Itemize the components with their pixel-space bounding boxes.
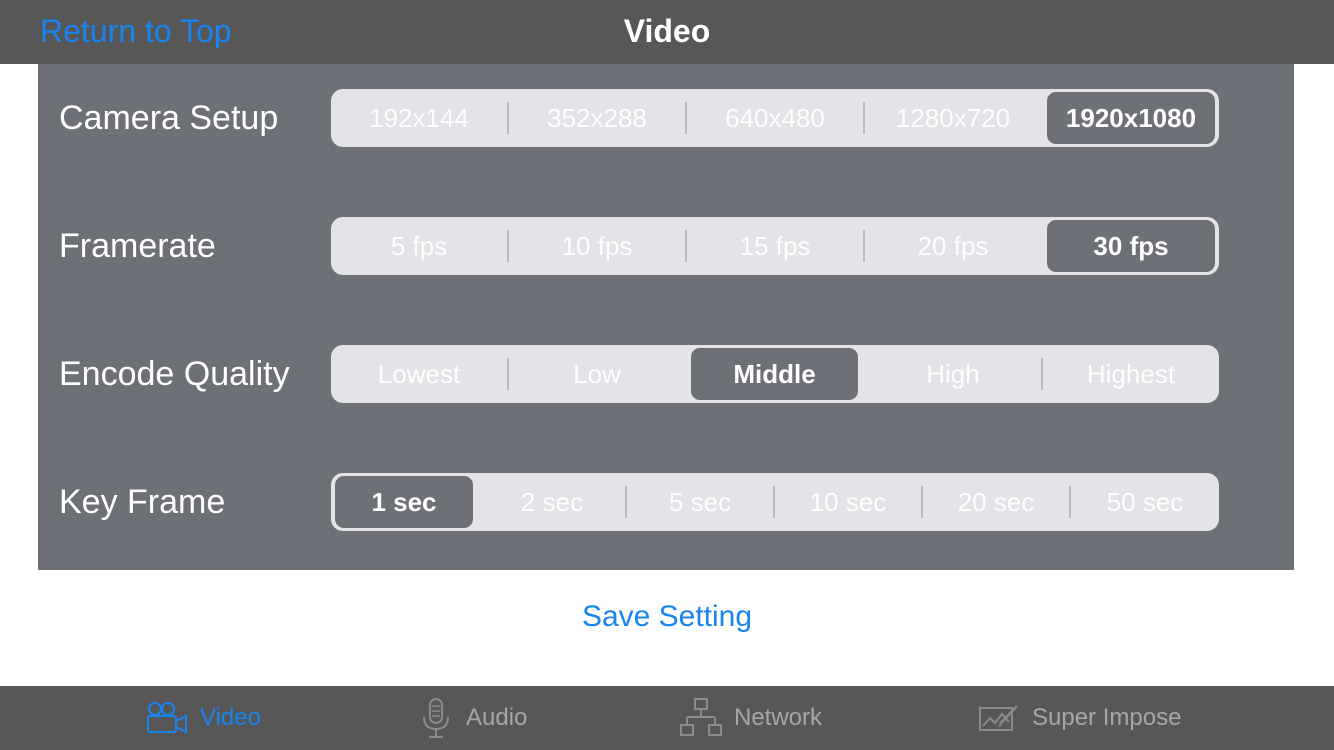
save-setting-button[interactable]: Save Setting <box>582 600 752 633</box>
tab-network[interactable]: Network <box>680 686 822 750</box>
key-frame-option-1sec[interactable]: 1 sec <box>335 476 473 528</box>
camera-setup-segmented-control: 192x144 352x288 640x480 1280x720 1920x10… <box>331 89 1219 147</box>
key-frame-option-2sec[interactable]: 2 sec <box>479 473 625 531</box>
key-frame-option-50sec[interactable]: 50 sec <box>1071 473 1219 531</box>
video-settings-screen: Return to Top Video Camera Setup 192x144… <box>0 0 1334 750</box>
key-frame-label: Key Frame <box>59 483 226 521</box>
framerate-option-30fps[interactable]: 30 fps <box>1047 220 1215 272</box>
tab-network-label: Network <box>734 704 823 731</box>
tab-audio-label: Audio <box>466 704 528 731</box>
network-icon <box>680 698 722 736</box>
navigation-bar: Return to Top Video <box>0 0 1334 64</box>
framerate-option-5fps[interactable]: 5 fps <box>331 217 507 275</box>
tab-super-impose-label: Super Impose <box>1032 704 1182 731</box>
settings-panel: Camera Setup 192x144 352x288 640x480 128… <box>38 64 1294 570</box>
camera-setup-option-352x288[interactable]: 352x288 <box>509 89 685 147</box>
camera-setup-option-192x144[interactable]: 192x144 <box>331 89 507 147</box>
return-to-top-button[interactable]: Return to Top <box>40 8 232 54</box>
tab-super-impose[interactable]: Super Impose <box>978 686 1181 750</box>
framerate-label: Framerate <box>59 227 216 265</box>
framerate-option-10fps[interactable]: 10 fps <box>509 217 685 275</box>
encode-quality-segmented-control: Lowest Low Middle High Highest <box>331 345 1219 403</box>
camera-setup-option-1280x720[interactable]: 1280x720 <box>865 89 1041 147</box>
encode-quality-label: Encode Quality <box>59 355 290 393</box>
encode-quality-option-highest[interactable]: Highest <box>1043 345 1219 403</box>
key-frame-option-5sec[interactable]: 5 sec <box>627 473 773 531</box>
key-frame-option-10sec[interactable]: 10 sec <box>775 473 921 531</box>
key-frame-segmented-control: 1 sec 2 sec 5 sec 10 sec 20 sec 50 sec <box>331 473 1219 531</box>
key-frame-option-20sec[interactable]: 20 sec <box>923 473 1069 531</box>
save-setting-row: Save Setting <box>0 596 1334 638</box>
encode-quality-option-middle[interactable]: Middle <box>691 348 858 400</box>
tab-video[interactable]: Video <box>146 686 261 750</box>
video-camera-icon <box>147 702 187 734</box>
tab-audio[interactable]: Audio <box>418 686 527 750</box>
encode-quality-option-lowest[interactable]: Lowest <box>331 345 507 403</box>
tab-bar: Video Audio Network Super Impose <box>0 686 1334 750</box>
tab-video-label: Video <box>200 704 261 731</box>
microphone-icon <box>423 698 449 738</box>
camera-setup-label: Camera Setup <box>59 99 279 137</box>
camera-setup-option-640x480[interactable]: 640x480 <box>687 89 863 147</box>
encode-quality-option-low[interactable]: Low <box>509 345 685 403</box>
framerate-option-15fps[interactable]: 15 fps <box>687 217 863 275</box>
super-impose-icon <box>979 705 1018 731</box>
framerate-option-20fps[interactable]: 20 fps <box>865 217 1041 275</box>
encode-quality-option-high[interactable]: High <box>865 345 1041 403</box>
camera-setup-option-1920x1080[interactable]: 1920x1080 <box>1047 92 1215 144</box>
framerate-segmented-control: 5 fps 10 fps 15 fps 20 fps 30 fps <box>331 217 1219 275</box>
